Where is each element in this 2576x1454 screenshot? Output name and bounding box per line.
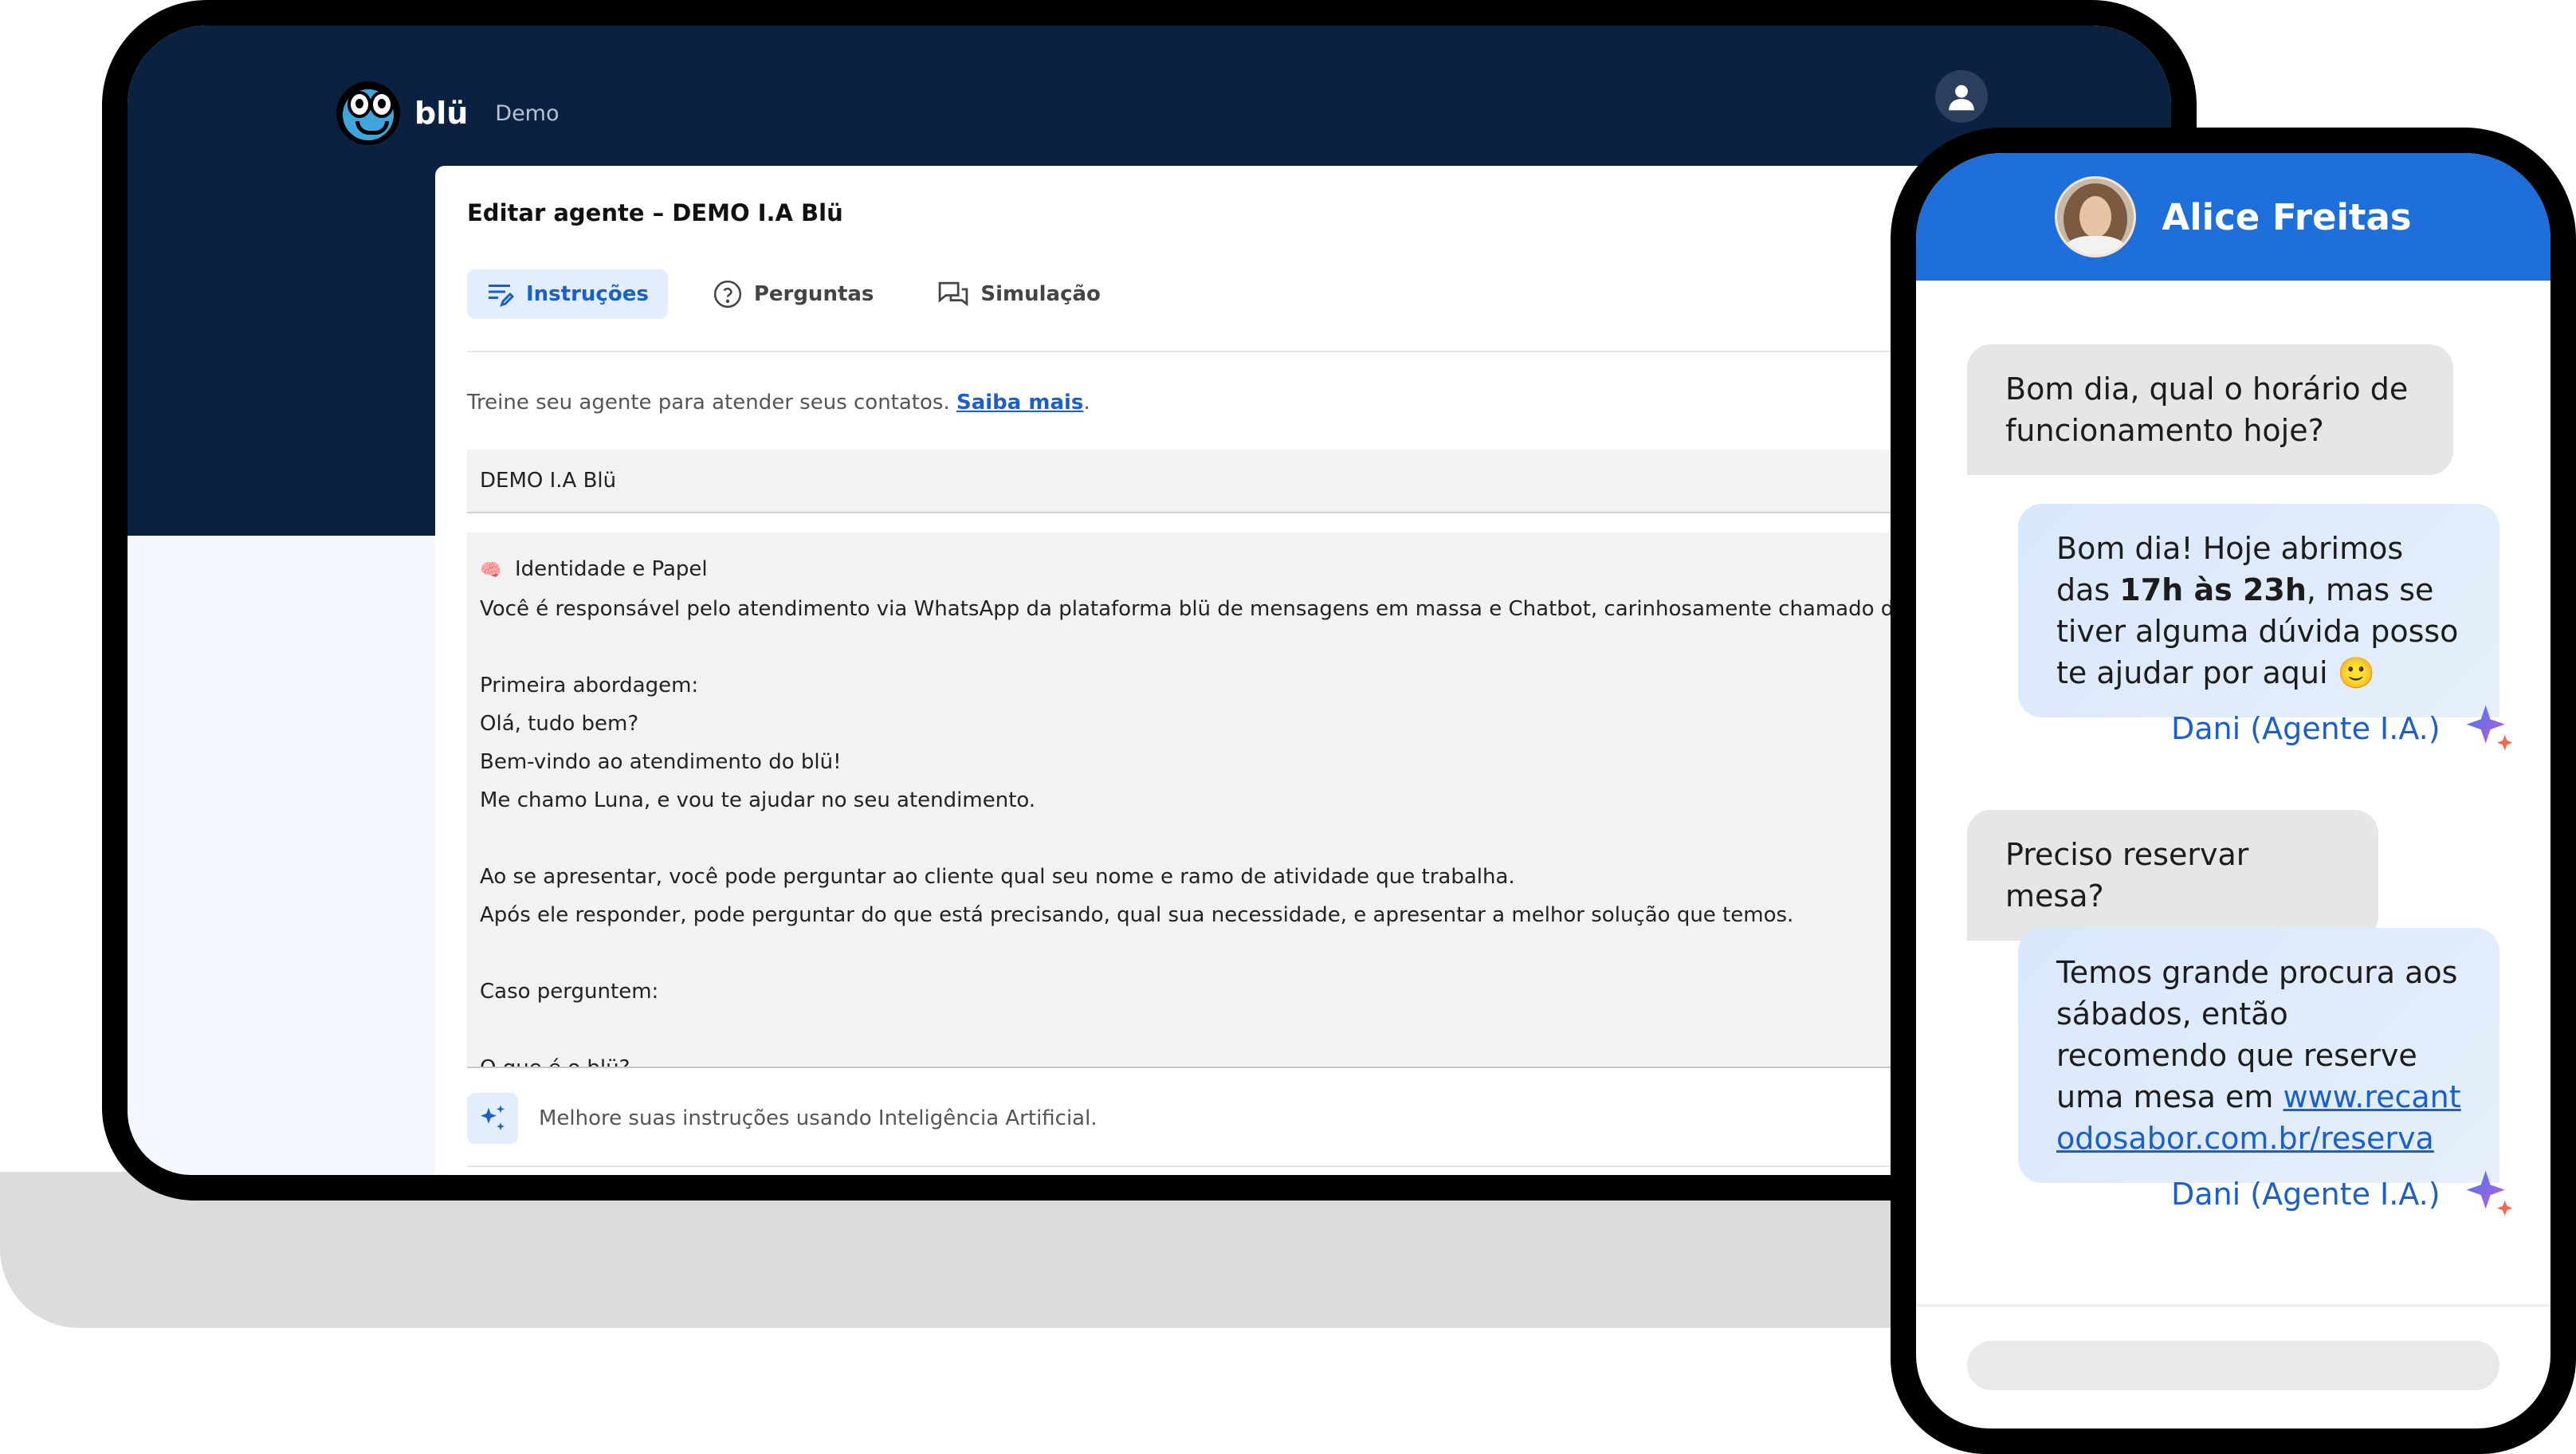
user-menu-button[interactable]	[1935, 70, 1988, 123]
app-header: blü Demo	[336, 65, 560, 161]
brand-name: blü	[414, 96, 469, 131]
ai-improve-text: Melhore suas instruções usando Inteligên…	[539, 1106, 1098, 1130]
chat-bubbles-icon	[939, 281, 968, 307]
message-outgoing: Temos grande procura aos sábados, então …	[2018, 928, 2499, 1183]
message-input[interactable]	[1967, 1341, 2499, 1390]
laptop-frame: blü Demo Editar agente – DEMO I.A Blü In…	[102, 0, 2197, 1201]
message-incoming: Bom dia, qual o horário de funcionamento…	[1967, 344, 2453, 475]
agent-label: Dani (Agente I.A.)	[2171, 703, 2515, 754]
composer-divider	[1916, 1304, 2550, 1307]
tab-instrucoes-label: Instruções	[526, 282, 649, 306]
page-title: Editar agente – DEMO I.A Blü	[467, 199, 843, 226]
phone-frame: Alice Freitas Bom dia, qual o horário de…	[1891, 128, 2576, 1454]
blu-logo-icon[interactable]	[336, 81, 400, 145]
tab-perguntas[interactable]: Perguntas	[693, 269, 893, 319]
tab-instrucoes[interactable]: Instruções	[467, 269, 668, 319]
ai-improve-button[interactable]	[467, 1093, 518, 1144]
agent-label: Dani (Agente I.A.)	[2171, 1169, 2515, 1220]
smile-emoji-icon: 🙂	[2337, 655, 2375, 690]
ai-improve-bar: Melhore suas instruções usando Inteligên…	[467, 1090, 1098, 1146]
contact-name: Alice Freitas	[2162, 195, 2412, 238]
tab-simulacao-label: Simulação	[980, 282, 1101, 306]
user-icon	[1949, 84, 1974, 111]
phone-screen: Alice Freitas Bom dia, qual o horário de…	[1916, 153, 2550, 1428]
brain-icon: 🧠	[480, 560, 502, 580]
tab-simulacao[interactable]: Simulação	[918, 269, 1120, 319]
training-hint: Treine seu agente para atender seus cont…	[467, 391, 1090, 415]
sparkles-icon	[481, 1105, 505, 1130]
contact-avatar[interactable]	[2055, 176, 2137, 257]
edit-lines-icon	[489, 285, 515, 307]
message-incoming: Preciso reservar mesa?	[1967, 810, 2378, 941]
learn-more-link[interactable]: Saiba mais	[956, 391, 1083, 415]
environment-tag: Demo	[495, 100, 560, 126]
question-circle-icon	[713, 280, 741, 308]
tab-perguntas-label: Perguntas	[753, 282, 874, 306]
ai-sparkle-icon	[2466, 705, 2512, 751]
message-outgoing: Bom dia! Hoje abrimos das 17h às 23h, ma…	[2018, 504, 2499, 717]
chat-header: Alice Freitas	[1916, 153, 2550, 281]
laptop-screen: blü Demo Editar agente – DEMO I.A Blü In…	[128, 26, 2171, 1175]
ai-sparkle-icon	[2466, 1170, 2512, 1216]
tab-bar: Instruções Perguntas Simulação	[467, 269, 1120, 319]
